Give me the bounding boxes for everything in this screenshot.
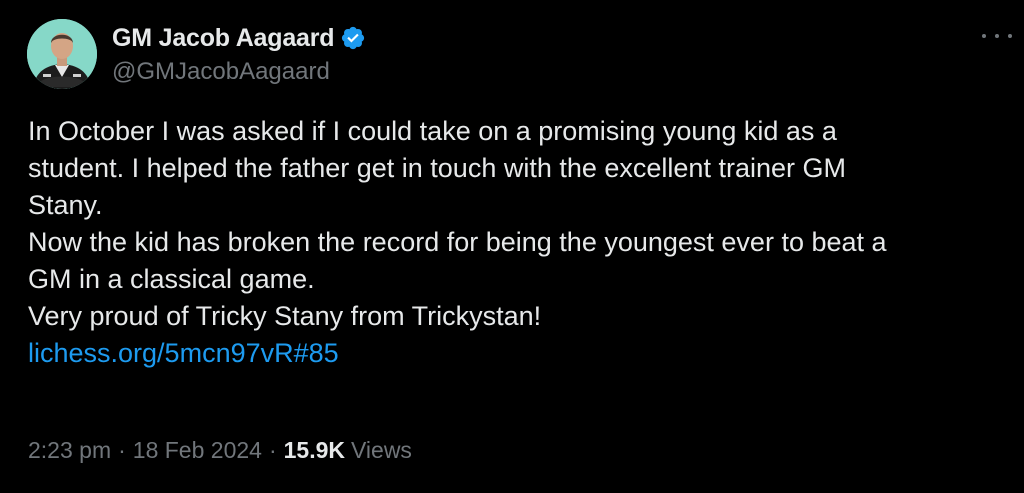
more-options-icon[interactable] (982, 26, 1012, 46)
tweet-meta: 2:23 pm · 18 Feb 2024 · 15.9K Views (28, 437, 412, 464)
tweet-text-line: In October I was asked if I could take o… (28, 116, 837, 146)
more-dot (995, 34, 999, 38)
tweet: GM Jacob Aagaard @GMJacobAagaard In Octo… (0, 0, 1024, 493)
tweet-date[interactable]: 18 Feb 2024 (133, 437, 262, 464)
author-handle[interactable]: @GMJacobAagaard (112, 58, 330, 86)
tweet-text-line: Stany. (28, 190, 103, 220)
views-count[interactable]: 15.9K (284, 437, 345, 464)
avatar-image (27, 19, 97, 89)
tweet-text-line: student. I helped the father get in touc… (28, 153, 846, 183)
views-label: Views (351, 437, 412, 463)
tweet-text-line: Now the kid has broken the record for be… (28, 227, 887, 257)
tweet-time[interactable]: 2:23 pm (28, 437, 111, 464)
tweet-text-line: Very proud of Tricky Stany from Trickyst… (28, 301, 542, 331)
tweet-link[interactable]: lichess.org/5mcn97vR#85 (28, 338, 339, 368)
author-name-row: GM Jacob Aagaard (112, 22, 366, 54)
more-dot (982, 34, 986, 38)
avatar[interactable] (27, 19, 97, 89)
tweet-text-line: GM in a classical game. (28, 264, 315, 294)
verified-badge-icon[interactable] (340, 25, 366, 51)
tweet-text: In October I was asked if I could take o… (28, 113, 1008, 372)
author-display-name[interactable]: GM Jacob Aagaard (112, 24, 335, 53)
more-dot (1008, 34, 1012, 38)
meta-separator: · (268, 437, 277, 463)
meta-separator: · (118, 437, 126, 463)
